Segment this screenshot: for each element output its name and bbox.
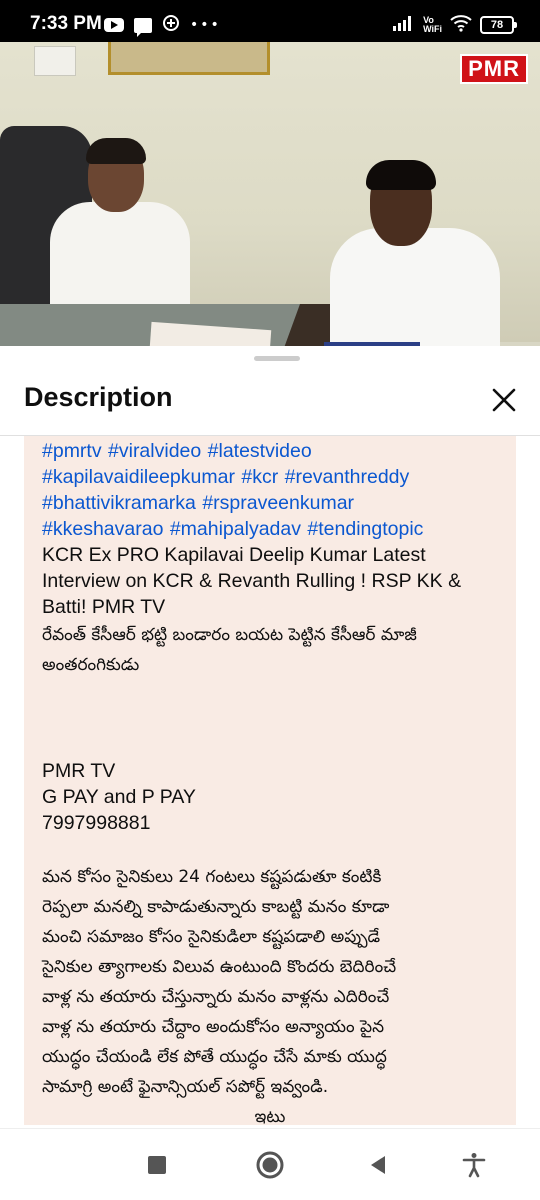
- video-title-text: KCR Ex PRO Kapilavai Deelip Kumar Latest…: [42, 542, 498, 620]
- description-sheet: Description #pmrtv #viralvideo #latestvi…: [0, 346, 540, 1200]
- hashtag-list: #pmrtv #viralvideo #latestvideo #kapilav…: [42, 438, 498, 542]
- system-icons: Vo WiFi 78: [393, 13, 517, 37]
- contact-line: G PAY and P PAY: [42, 786, 196, 808]
- battery-level: 78: [490, 19, 504, 31]
- home-button[interactable]: [254, 1149, 286, 1181]
- video-wall-switch: [34, 46, 76, 76]
- contact-info: PMR TV G PAY and P PAY 7997998881: [42, 758, 498, 836]
- video-person-right: [330, 228, 500, 346]
- telugu-title-text: రేవంత్ కేసీఆర్ భట్టి బండారం బయట పెట్టిన …: [42, 620, 498, 680]
- notification-icons: •••: [104, 14, 221, 37]
- vowifi-label-bottom: WiFi: [423, 24, 442, 34]
- appeal-line: సైనికుల త్యాగాలకు విలువ ఉంటుంది కొందరు బ…: [42, 957, 397, 977]
- title-line: Batti! PMR TV: [42, 596, 166, 618]
- recents-icon: [148, 1156, 166, 1174]
- status-time: 7:33 PM: [30, 13, 102, 34]
- back-button[interactable]: [362, 1149, 394, 1181]
- battery-icon: 78: [480, 16, 517, 34]
- app-notification-icon: [162, 14, 180, 36]
- video-player[interactable]: PMR: [0, 42, 540, 346]
- telugu-title-line: రేవంత్ కేసీఆర్ భట్టి బండారం బయట పెట్టిన …: [42, 625, 417, 645]
- close-icon: [492, 388, 516, 412]
- description-content: #pmrtv #viralvideo #latestvideo #kapilav…: [24, 436, 516, 1125]
- more-notifications-icon: •••: [190, 17, 221, 33]
- title-line: KCR Ex PRO Kapilavai Deelip Kumar Latest: [42, 544, 426, 566]
- drag-handle[interactable]: [254, 356, 300, 361]
- back-icon: [371, 1156, 385, 1174]
- telugu-title-line: అంతరంగికుడు: [42, 655, 140, 675]
- accessibility-button[interactable]: [458, 1149, 490, 1181]
- appeal-text: మన కోసం సైనికులు 24 గంటలు కష్టపడుతూ కంటి…: [42, 862, 498, 1125]
- video-person-left-hair: [86, 138, 146, 164]
- close-button[interactable]: [482, 378, 526, 422]
- appeal-line: సామాగ్రి అంటే ఫైనాన్సియల్ సపోర్ట్ ఇవ్వండ…: [42, 1077, 329, 1097]
- sheet-title: Description: [24, 382, 173, 412]
- home-icon: [256, 1151, 284, 1179]
- youtube-notification-icon: [104, 18, 124, 32]
- contact-line: PMR TV: [42, 760, 116, 782]
- recents-button[interactable]: [141, 1149, 173, 1181]
- video-person-right-hair: [366, 160, 436, 190]
- hashtag-line[interactable]: #kapilavaidileepkumar #kcr #revanthreddy: [42, 464, 498, 490]
- appeal-line: మన కోసం సైనికులు 24 గంటలు కష్టపడుతూ కంటి…: [42, 867, 382, 887]
- appeal-line: రెప్పలా మనల్ని కాపాడుతున్నారు కాబట్టి మన…: [42, 897, 390, 917]
- vowifi-icon: Vo WiFi: [423, 16, 442, 34]
- title-line: Interview on KCR & Revanth Rulling ! RSP…: [42, 570, 462, 592]
- appeal-line: యుద్ధం చేయండి లేక పోతే యుద్ధం చేసే మాకు …: [42, 1047, 387, 1067]
- accessibility-icon: [462, 1153, 486, 1178]
- message-notification-icon: [134, 17, 152, 37]
- appeal-trailing-text: ఇటు: [254, 1107, 286, 1125]
- system-navigation-bar: [0, 1128, 540, 1200]
- appeal-line: వాళ్ల ను తయారు చేస్తున్నారు మనం వాళ్లను …: [42, 987, 390, 1007]
- appeal-line: మంచి సమాజం కోసం సైనికుడిలా కష్టపడాలి అప్…: [42, 927, 381, 947]
- video-wall-frame: [108, 42, 270, 75]
- hashtag-line[interactable]: #pmrtv #viralvideo #latestvideo: [42, 438, 498, 464]
- signal-icon: [393, 15, 415, 35]
- hashtag-line[interactable]: #kkeshavarao #mahipalyadav #tendingtopic: [42, 516, 498, 542]
- appeal-line: వాళ్ల ను తయారు చేద్దాం అందుకోసం అన్యాయం …: [42, 1017, 385, 1037]
- channel-logo: PMR: [460, 54, 528, 84]
- contact-phone: 7997998881: [42, 812, 151, 834]
- hashtag-line[interactable]: #bhattivikramarka #rspraveenkumar: [42, 490, 498, 516]
- wifi-icon: [450, 14, 472, 36]
